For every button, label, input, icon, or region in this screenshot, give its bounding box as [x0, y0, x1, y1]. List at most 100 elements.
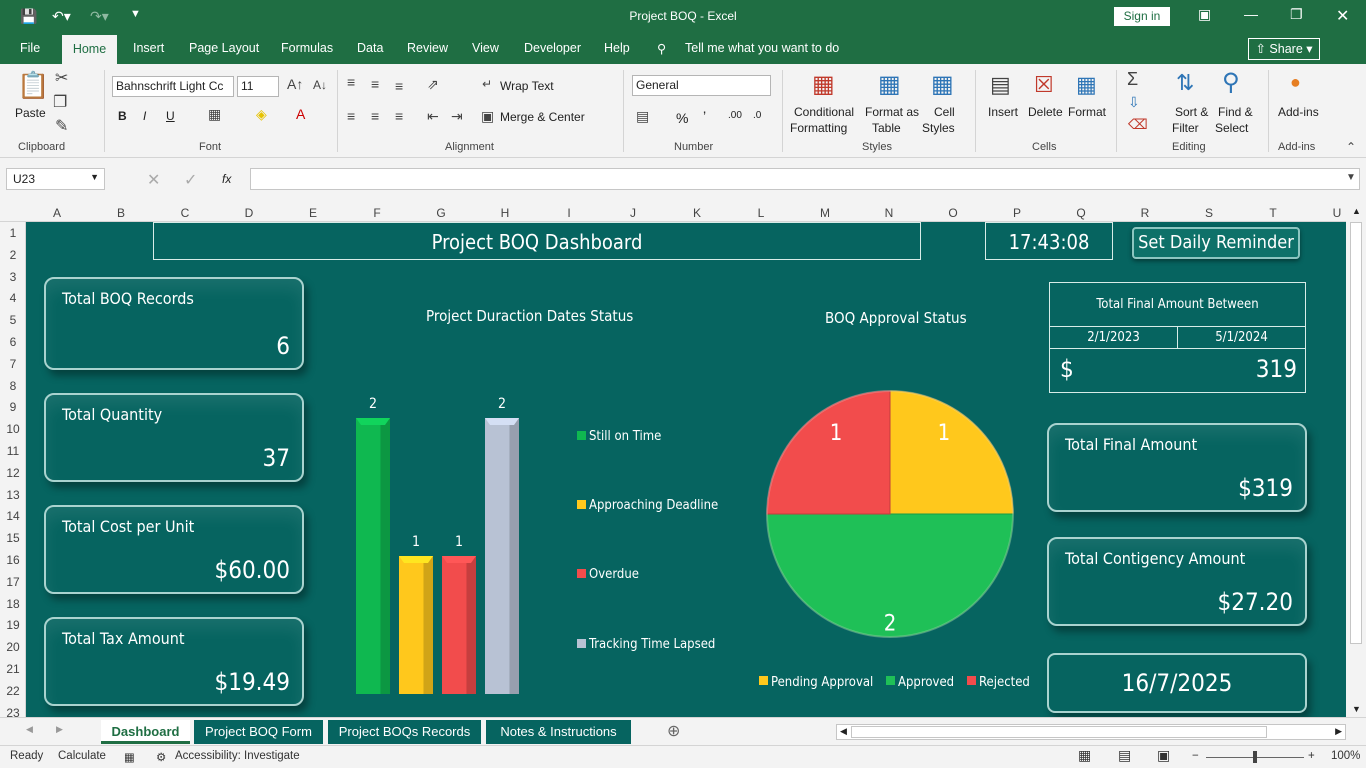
orientation-icon[interactable]: ⇗ — [427, 76, 439, 93]
sheet-tab-project-boqs-records[interactable]: Project BOQs Records — [328, 720, 481, 744]
column-header-k[interactable]: K — [687, 206, 707, 220]
column-header-b[interactable]: B — [111, 206, 131, 220]
column-header-t[interactable]: T — [1263, 206, 1283, 220]
minimize-icon[interactable]: — — [1244, 6, 1258, 22]
row-header-16[interactable]: 16 — [0, 553, 26, 567]
share-button[interactable]: ⇧ Share ▾ — [1248, 38, 1320, 60]
find-select-icon[interactable]: ⚲ — [1222, 68, 1240, 97]
tab-page-layout[interactable]: Page Layout — [189, 41, 259, 55]
fill-icon[interactable]: ⇩ — [1128, 94, 1140, 111]
paste-icon[interactable]: 📋 — [17, 70, 49, 101]
cancel-entry-icon[interactable]: ✕ — [147, 170, 160, 190]
insert-function-button[interactable]: fx — [222, 172, 231, 186]
sheet-tab-project-boq-form[interactable]: Project BOQ Form — [194, 720, 323, 744]
row-header-6[interactable]: 6 — [0, 335, 26, 349]
row-header-4[interactable]: 4 — [0, 291, 26, 305]
status-calculate[interactable]: Calculate — [58, 750, 106, 762]
borders-icon[interactable]: ▦ — [208, 106, 221, 123]
currency-icon[interactable]: ▤ — [636, 108, 649, 125]
fill-color-icon[interactable]: ◈ — [256, 106, 267, 123]
page-layout-view-icon[interactable]: ▤ — [1118, 747, 1131, 764]
tab-review[interactable]: Review — [407, 41, 448, 55]
name-box[interactable]: U23 ▼ — [6, 168, 105, 190]
select-label[interactable]: Select — [1215, 121, 1248, 135]
column-header-e[interactable]: E — [303, 206, 323, 220]
confirm-entry-icon[interactable]: ✓ — [184, 170, 197, 190]
align-right-icon[interactable]: ≡ — [395, 108, 403, 124]
row-header-1[interactable]: 1 — [0, 226, 26, 240]
column-header-o[interactable]: O — [943, 206, 963, 220]
zoom-level[interactable]: 100% — [1331, 750, 1360, 762]
increase-indent-icon[interactable]: ⇥ — [451, 108, 463, 125]
scroll-down-icon[interactable]: ▼ — [1352, 704, 1361, 714]
row-header-13[interactable]: 13 — [0, 488, 26, 502]
insert-cells-button[interactable]: Insert — [988, 105, 1018, 119]
copy-icon[interactable]: ❐ — [53, 92, 67, 112]
paste-button[interactable]: Paste — [15, 106, 46, 120]
row-header-3[interactable]: 3 — [0, 270, 26, 284]
find-label[interactable]: Find & — [1218, 105, 1253, 119]
delete-cells-button[interactable]: Delete — [1028, 105, 1063, 119]
column-header-g[interactable]: G — [431, 206, 451, 220]
collapse-ribbon-icon[interactable]: ⌃ — [1346, 140, 1356, 154]
middle-align-icon[interactable]: ≡ — [371, 76, 379, 92]
page-break-view-icon[interactable]: ▣ — [1157, 747, 1170, 764]
column-header-a[interactable]: A — [47, 206, 67, 220]
format-as-table-icon[interactable]: ▦ — [878, 70, 901, 99]
tab-file[interactable]: File — [20, 41, 40, 55]
scroll-thumb[interactable] — [1350, 222, 1362, 644]
merge-center-button[interactable]: Merge & Center — [500, 110, 585, 124]
expand-formula-icon[interactable]: ▼ — [1346, 172, 1356, 183]
font-color-icon[interactable]: A — [296, 106, 305, 122]
row-header-20[interactable]: 20 — [0, 640, 26, 654]
row-header-11[interactable]: 11 — [0, 444, 26, 458]
filter-label[interactable]: Filter — [1172, 121, 1199, 135]
cut-icon[interactable]: ✂ — [55, 68, 68, 88]
tab-home[interactable]: Home — [62, 35, 117, 64]
font-size-select[interactable]: 11 — [237, 76, 279, 97]
wrap-text-button[interactable]: Wrap Text — [500, 79, 554, 93]
tab-scroll-right-icon[interactable]: ▶ — [56, 724, 63, 735]
scroll-up-icon[interactable]: ▲ — [1352, 206, 1361, 216]
column-header-f[interactable]: F — [367, 206, 387, 220]
align-left-icon[interactable]: ≡ — [347, 108, 355, 124]
status-accessibility[interactable]: Accessibility: Investigate — [175, 750, 300, 762]
column-header-h[interactable]: H — [495, 206, 515, 220]
zoom-in-icon[interactable]: + — [1308, 750, 1315, 762]
bold-button[interactable]: B — [118, 109, 127, 123]
scroll-right-icon[interactable]: ▶ — [1335, 726, 1342, 737]
bottom-align-icon[interactable]: ≡ — [395, 78, 403, 94]
formula-input[interactable] — [250, 168, 1360, 190]
font-name-select[interactable]: Bahnschrift Light Cc — [112, 76, 234, 97]
tab-insert[interactable]: Insert — [133, 41, 164, 55]
decrease-indent-icon[interactable]: ⇤ — [427, 108, 439, 125]
comma-button[interactable]: ’ — [703, 108, 706, 124]
autosum-icon[interactable]: Σ — [1127, 69, 1138, 90]
tab-help[interactable]: Help — [604, 41, 630, 55]
wrap-text-icon[interactable]: ↵ — [482, 77, 492, 91]
row-header-21[interactable]: 21 — [0, 662, 26, 676]
accessibility-icon[interactable]: ⚙ — [156, 750, 166, 764]
delete-cells-icon[interactable]: ☒ — [1034, 72, 1054, 98]
cell-label[interactable]: Cell — [934, 105, 955, 119]
sort-label[interactable]: Sort & — [1175, 105, 1208, 119]
maximize-icon[interactable]: ❐ — [1290, 6, 1303, 23]
merge-icon[interactable]: ▣ — [481, 108, 494, 125]
row-header-10[interactable]: 10 — [0, 422, 26, 436]
column-header-l[interactable]: L — [751, 206, 771, 220]
row-header-15[interactable]: 15 — [0, 531, 26, 545]
formatting-label[interactable]: Formatting — [790, 121, 847, 135]
zoom-out-icon[interactable]: − — [1192, 750, 1199, 762]
ribbon-display-icon[interactable]: ▣ — [1198, 6, 1211, 23]
cell-styles-icon[interactable]: ▦ — [931, 70, 954, 99]
decrease-font-icon[interactable]: A↓ — [313, 78, 327, 92]
tab-scroll-left-icon[interactable]: ◀ — [26, 724, 33, 735]
tell-me-search[interactable]: Tell me what you want to do — [685, 41, 839, 55]
row-header-5[interactable]: 5 — [0, 313, 26, 327]
format-cells-button[interactable]: Format — [1068, 105, 1106, 119]
row-header-12[interactable]: 12 — [0, 466, 26, 480]
row-header-17[interactable]: 17 — [0, 575, 26, 589]
row-header-18[interactable]: 18 — [0, 597, 26, 611]
styles-button-label[interactable]: Styles — [922, 121, 955, 135]
align-center-icon[interactable]: ≡ — [371, 108, 379, 124]
